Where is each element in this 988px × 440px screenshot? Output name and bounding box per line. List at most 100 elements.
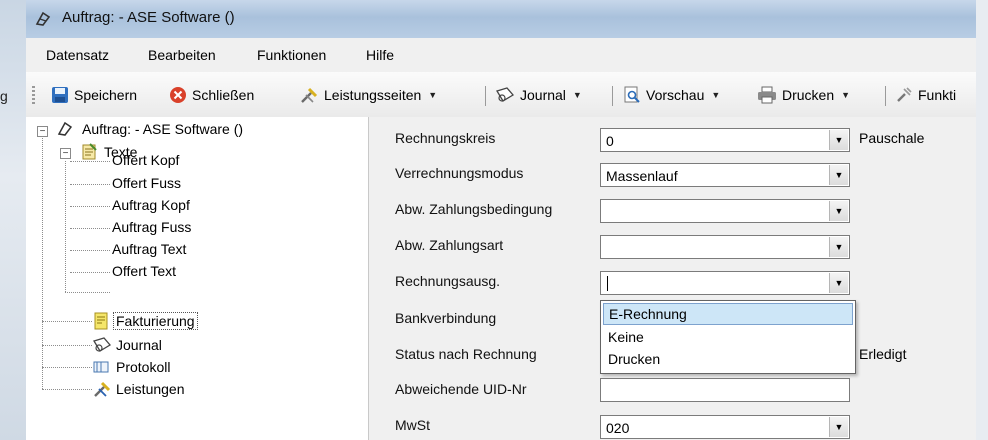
services-pages-button[interactable]: Leistungsseiten ▼: [299, 84, 437, 106]
field-label-mwst: MwSt: [395, 417, 430, 433]
application-window: Auftrag: - ASE Software () Datensatz Bea…: [26, 0, 976, 440]
close-button[interactable]: Schließen: [169, 84, 254, 106]
tree-line: [42, 321, 92, 322]
pauschale-label: Pauschale: [859, 130, 925, 146]
app-icon: [35, 11, 51, 26]
close-icon: [170, 87, 186, 103]
preview-label: Vorschau: [646, 87, 705, 103]
wrench-icon: [897, 87, 912, 102]
tree-item-label: Fakturierung: [113, 312, 198, 330]
tree-item-label: Auftrag Fuss: [112, 219, 192, 235]
close-label: Schließen: [192, 87, 255, 103]
app-icon: [57, 121, 73, 136]
tree-item-label: Protokoll: [116, 359, 171, 375]
tree-item-label: Auftrag: - ASE Software (): [82, 121, 244, 137]
chevron-down-icon[interactable]: ▼: [711, 90, 720, 100]
tree-item-auftrag-fuss[interactable]: Auftrag Fuss: [110, 219, 193, 235]
tools-icon: [94, 381, 111, 397]
tree-collapse-toggle[interactable]: −: [37, 126, 48, 137]
tree-item-label: Auftrag Kopf: [112, 197, 190, 213]
tree-line: [42, 136, 43, 389]
tree-item-label: Offert Fuss: [112, 175, 181, 191]
preview-button[interactable]: Vorschau ▼: [623, 84, 720, 106]
tree-line: [70, 206, 110, 207]
preview-icon: [624, 86, 640, 103]
zahlungsart-select[interactable]: ▼: [600, 235, 850, 259]
field-label-zahlungsart: Abw. Zahlungsart: [395, 237, 504, 253]
print-label: Drucken: [782, 87, 835, 103]
tree-line: [70, 161, 110, 162]
select-value: Massenlauf: [606, 168, 678, 184]
tree-line: [42, 367, 92, 368]
tree-item-auftrag-text[interactable]: Auftrag Text: [110, 241, 188, 257]
menu-bearbeiten[interactable]: Bearbeiten: [148, 47, 216, 63]
zahlungsbedingung-select[interactable]: ▼: [600, 199, 850, 223]
rechnungsausg-select[interactable]: ▼: [600, 271, 850, 295]
tree-line: [70, 228, 110, 229]
menu-hilfe[interactable]: Hilfe: [366, 47, 394, 63]
journal-button[interactable]: Journal ▼: [495, 84, 582, 106]
title-bar[interactable]: Auftrag: - ASE Software (): [26, 0, 976, 38]
mwst-select[interactable]: 020 ▼: [600, 415, 850, 439]
dropdown-option-e-rechnung[interactable]: E-Rechnung: [603, 303, 853, 325]
dropdown-option-keine[interactable]: Keine: [603, 326, 853, 348]
rechnungskreis-select[interactable]: 0 ▼: [600, 128, 850, 152]
tree-line: [42, 345, 92, 346]
tree-item-auftrag-kopf[interactable]: Auftrag Kopf: [110, 197, 192, 213]
tree-item-protokoll[interactable]: Protokoll: [92, 358, 172, 376]
chevron-down-icon[interactable]: ▼: [841, 90, 850, 100]
functions-button[interactable]: Funkti: [895, 84, 956, 106]
tree-item-offert-kopf[interactable]: Offert Kopf: [110, 152, 181, 168]
desktop-background-right: [976, 0, 988, 440]
save-label: Speichern: [74, 87, 138, 103]
tree-collapse-toggle[interactable]: −: [60, 148, 71, 159]
menu-bar: Datensatz Bearbeiten Funktionen Hilfe: [26, 38, 976, 73]
tree-line: [70, 250, 110, 251]
tree-item-label: Offert Text: [112, 263, 177, 279]
chevron-down-icon[interactable]: ▼: [829, 417, 848, 437]
window-title: Auftrag: - ASE Software (): [62, 9, 235, 26]
chevron-down-icon[interactable]: ▼: [428, 90, 437, 100]
dropdown-option-drucken[interactable]: Drucken: [603, 348, 853, 370]
verrechnungsmodus-select[interactable]: Massenlauf ▼: [600, 163, 850, 187]
field-label-status-nach-rechnung: Status nach Rechnung: [395, 346, 537, 362]
billing-form: Rechnungskreis 0 ▼ Pauschale Verrechnung…: [369, 117, 976, 440]
erledigt-label: Erledigt: [859, 346, 907, 362]
tree-item-journal[interactable]: Journal: [92, 336, 164, 354]
tree-item-auftrag[interactable]: Auftrag: - ASE Software (): [56, 120, 245, 138]
select-value: 020: [606, 420, 630, 436]
field-label-bankverbindung: Bankverbindung: [395, 310, 497, 326]
toolbar-separator: [885, 86, 886, 106]
chevron-down-icon[interactable]: ▼: [573, 90, 582, 100]
navigation-tree: − Auftrag: - ASE Software () − Texte Off…: [26, 117, 369, 440]
toolbar: Speichern Schließen Leistungsseiten ▼ Jo…: [26, 72, 976, 118]
field-label-rechnungskreis: Rechnungskreis: [395, 130, 496, 146]
chevron-down-icon[interactable]: ▼: [829, 237, 848, 257]
save-button[interactable]: Speichern: [51, 84, 137, 106]
field-label-verrechnungsmodus: Verrechnungsmodus: [395, 165, 524, 181]
journal-icon: [496, 87, 514, 102]
tree-line: [70, 184, 110, 185]
chevron-down-icon[interactable]: ▼: [829, 201, 848, 221]
tree-item-offert-fuss[interactable]: Offert Fuss: [110, 175, 183, 191]
services-pages-label: Leistungsseiten: [324, 87, 422, 103]
chevron-down-icon[interactable]: ▼: [829, 273, 848, 293]
toolbar-grip[interactable]: [32, 86, 35, 104]
print-button[interactable]: Drucken ▼: [757, 84, 850, 106]
tree-item-fakturierung[interactable]: Fakturierung: [92, 312, 198, 330]
floppy-disk-icon: [52, 87, 68, 103]
rechnungsausg-dropdown-list: E-Rechnung Keine Drucken: [600, 300, 856, 374]
tree-item-label: Journal: [116, 337, 162, 353]
tree-line: [65, 161, 66, 292]
tree-line: [42, 389, 92, 390]
tree-item-leistungen[interactable]: Leistungen: [92, 380, 187, 398]
menu-datensatz[interactable]: Datensatz: [46, 47, 109, 63]
protocol-icon: [93, 361, 109, 373]
printer-icon: [758, 86, 776, 104]
tree-line: [70, 272, 110, 273]
menu-funktionen[interactable]: Funktionen: [257, 47, 326, 63]
tree-item-offert-text[interactable]: Offert Text: [110, 263, 178, 279]
chevron-down-icon[interactable]: ▼: [829, 130, 848, 150]
chevron-down-icon[interactable]: ▼: [829, 165, 848, 185]
uid-nr-input[interactable]: [600, 378, 850, 402]
